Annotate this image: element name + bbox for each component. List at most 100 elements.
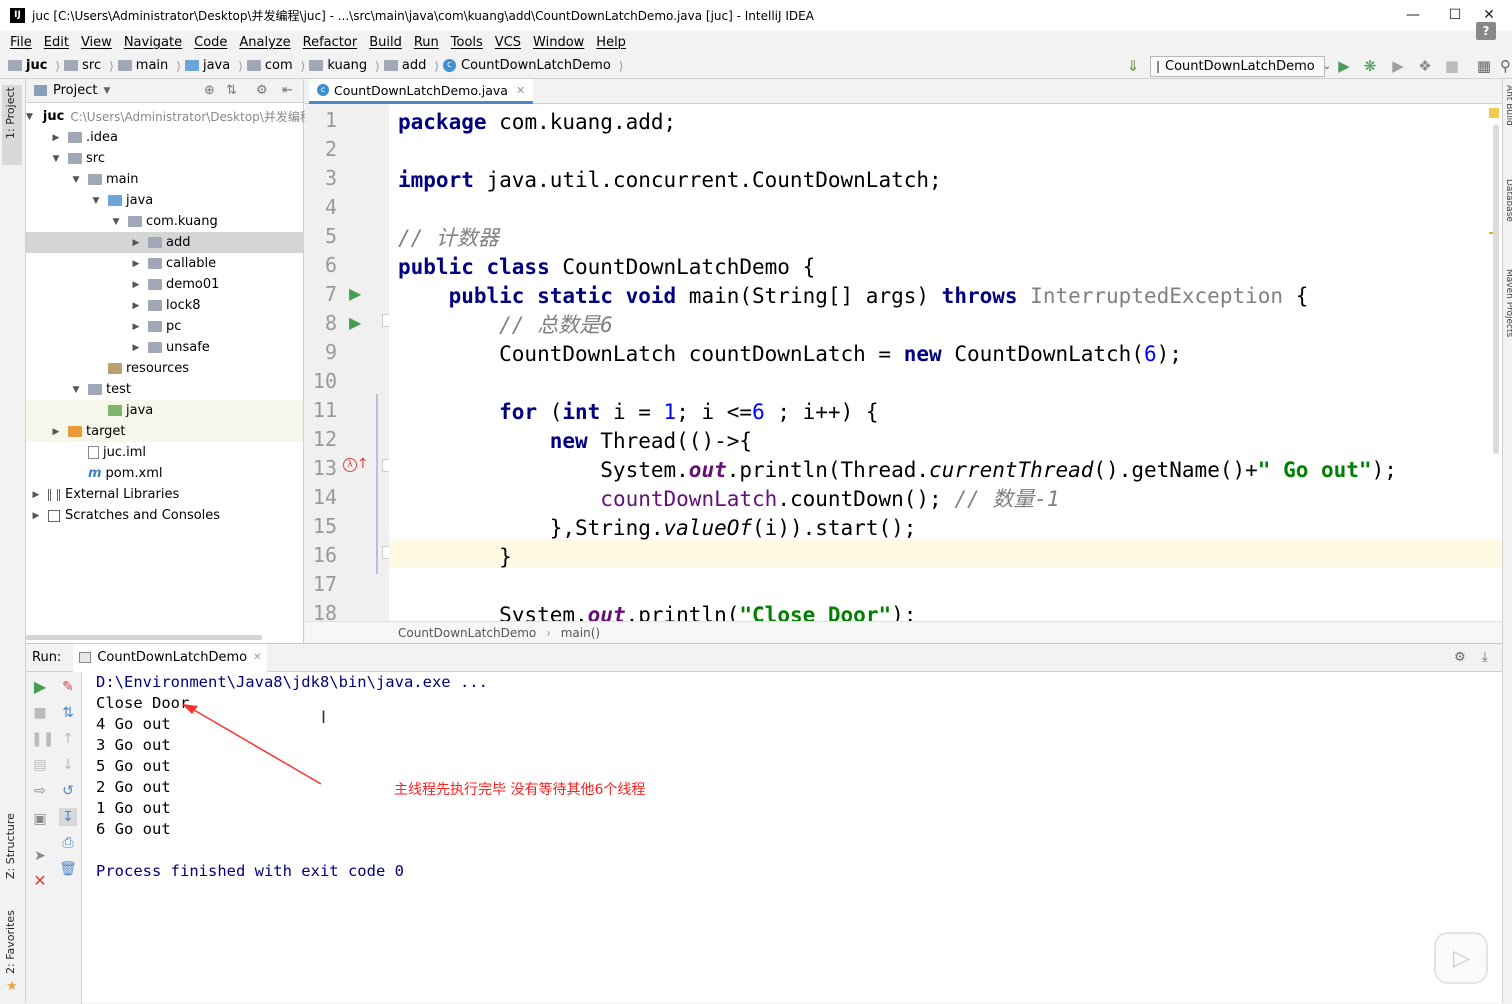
breadcrumb-src[interactable]: src — [64, 58, 101, 73]
tree-item-lock8[interactable]: ▶ lock8 — [26, 295, 303, 316]
run-coverage-icon[interactable]: ▶ — [1389, 57, 1407, 75]
chevron-right-icon[interactable]: ▶ — [130, 301, 142, 311]
favorites-tool-tab[interactable]: 2: Favorites — [4, 910, 17, 974]
fold-icon[interactable] — [382, 546, 389, 559]
collapse-all-icon[interactable]: ⇅ — [226, 83, 237, 98]
tab-countdownlatchdemo[interactable]: c CountDownLatchDemo.java ✕ — [309, 79, 534, 104]
build-project-icon[interactable]: ⇓ — [1124, 57, 1142, 75]
chevron-down-icon[interactable]: ▼ — [90, 196, 102, 206]
run-icon[interactable]: ▶ — [1335, 57, 1353, 75]
menu-analyze[interactable]: Analyze — [233, 35, 296, 50]
menu-view[interactable]: View — [75, 35, 118, 50]
dump-threads-icon[interactable]: ▤ — [31, 756, 49, 774]
tree-item-juc-iml[interactable]: juc.iml — [26, 442, 303, 463]
fold-icon[interactable] — [382, 314, 389, 327]
menu-run[interactable]: Run — [408, 35, 445, 50]
breadcrumb-juc[interactable]: juc — [8, 58, 47, 73]
tree-item-add[interactable]: ▶ add — [26, 232, 303, 253]
pause-icon[interactable]: ❚❚ — [31, 730, 54, 748]
tree-item-java[interactable]: java — [26, 400, 303, 421]
chevron-right-icon[interactable]: ▶ — [130, 343, 142, 353]
fold-icon[interactable] — [382, 459, 389, 472]
tree-item-com-kuang[interactable]: ▼ com.kuang — [26, 211, 303, 232]
project-structure-icon[interactable]: ▦ — [1475, 57, 1493, 75]
close-icon[interactable]: ✕ — [31, 872, 49, 890]
breadcrumb-kuang[interactable]: kuang — [309, 58, 367, 73]
maven-projects-tab[interactable]: Maven Projects — [1504, 269, 1512, 337]
sort-icon[interactable]: ⇅ — [59, 704, 77, 722]
chevron-down-icon[interactable]: ▼ — [70, 175, 82, 185]
run-tab[interactable]: CountDownLatchDemo ✕ — [73, 643, 268, 672]
menu-build[interactable]: Build — [363, 35, 408, 50]
console-output[interactable]: D:\Environment\Java8\jdk8\bin\java.exe .… — [96, 672, 1496, 1002]
menu-navigate[interactable]: Navigate — [118, 35, 188, 50]
menu-tools[interactable]: Tools — [445, 35, 489, 50]
chevron-down-icon[interactable]: ▼ — [103, 86, 110, 96]
search-everywhere-icon[interactable]: ⚲ — [1499, 57, 1512, 75]
tree-item-juc[interactable]: ▼ juc C:\Users\Administrator\Desktop\并发编程\… — [26, 106, 333, 127]
menu-help[interactable]: Help — [590, 35, 632, 50]
locate-icon[interactable]: ⊕ — [204, 83, 215, 98]
tree-item-src[interactable]: ▼ src — [26, 148, 303, 169]
tree-item-external-libraries[interactable]: ▶ External Libraries — [26, 484, 303, 505]
edit-config-icon[interactable]: ✎ — [59, 678, 77, 696]
pin-icon[interactable]: ➤ — [31, 847, 49, 865]
code-area[interactable]: package com.kuang.add; import java.util.… — [389, 104, 1502, 621]
stop-icon[interactable]: ■ — [31, 704, 49, 722]
chevron-down-icon[interactable]: ▼ — [110, 217, 122, 227]
chevron-right-icon[interactable]: ▶ — [30, 511, 42, 521]
breadcrumb-com[interactable]: com — [246, 58, 293, 73]
tree-item-pc[interactable]: ▶ pc — [26, 316, 303, 337]
profile-icon[interactable]: ❖ — [1416, 57, 1434, 75]
breadcrumb-add[interactable]: add — [383, 58, 426, 73]
layout-icon[interactable]: ▣ — [31, 810, 49, 828]
hide-panel-icon[interactable]: ⤓ — [1482, 650, 1488, 665]
debug-icon[interactable]: ❋ — [1361, 57, 1379, 75]
help-icon[interactable]: ? — [1476, 22, 1496, 40]
project-panel-title[interactable]: Project — [53, 83, 97, 98]
run-gutter-icon[interactable]: ▶ — [349, 313, 361, 332]
chevron-down-icon[interactable]: ▼ — [26, 112, 33, 122]
tree-item-unsafe[interactable]: ▶ unsafe — [26, 337, 303, 358]
breadcrumb-java[interactable]: java — [184, 58, 230, 73]
trash-icon[interactable]: 🗑 — [59, 860, 77, 878]
menu-window[interactable]: Window — [527, 35, 590, 50]
chevron-right-icon[interactable]: ▶ — [130, 259, 142, 269]
tree-item-demo01[interactable]: ▶ demo01 — [26, 274, 303, 295]
chevron-right-icon[interactable]: ▶ — [50, 133, 62, 143]
vertical-scrollbar[interactable] — [1493, 124, 1499, 454]
chevron-right-icon[interactable]: ▶ — [50, 427, 62, 437]
tree-item--idea[interactable]: ▶ .idea — [26, 127, 303, 148]
chevron-down-icon[interactable]: ▼ — [70, 385, 82, 395]
tree-item-scratches-and-consoles[interactable]: ▶ Scratches and Consoles — [26, 505, 303, 526]
video-play-icon[interactable]: ▷ — [1434, 932, 1488, 984]
gear-icon[interactable]: ⚙ — [1454, 650, 1466, 665]
run-gutter-icon[interactable]: ▶ — [349, 284, 361, 303]
exit-icon[interactable]: ⇨ — [31, 782, 49, 800]
breadcrumb-class[interactable]: c CountDownLatchDemo — [443, 58, 611, 73]
menu-refactor[interactable]: Refactor — [297, 35, 364, 50]
database-tab[interactable]: Database — [1504, 179, 1512, 222]
tree-item-main[interactable]: ▼ main — [26, 169, 303, 190]
menu-edit[interactable]: Edit — [38, 35, 75, 50]
stop-icon[interactable]: ■ — [1443, 57, 1461, 75]
print-icon[interactable]: ⎙ — [59, 834, 77, 852]
run-configuration-select[interactable]: CountDownLatchDemo ⌄ — [1150, 56, 1331, 77]
tree-item-java[interactable]: ▼ java — [26, 190, 303, 211]
rerun-icon[interactable]: ▶ — [31, 678, 49, 696]
tree-item-callable[interactable]: ▶ callable — [26, 253, 303, 274]
menu-file[interactable]: File — [4, 35, 38, 50]
chevron-right-icon[interactable]: ▶ — [130, 280, 142, 290]
tree-item-target[interactable]: ▶ target — [26, 421, 303, 442]
chevron-right-icon[interactable]: ▶ — [130, 238, 142, 248]
chevron-right-icon[interactable]: ▶ — [30, 490, 42, 500]
close-tab-icon[interactable]: ✕ — [253, 652, 261, 663]
warning-marker[interactable] — [1489, 108, 1499, 118]
tree-item-resources[interactable]: resources — [26, 358, 303, 379]
minimize-button[interactable]: — — [1390, 0, 1436, 31]
project-tool-tab[interactable]: 1: Project — [4, 87, 17, 139]
ant-build-tab[interactable]: Ant Build — [1504, 85, 1512, 126]
close-tab-icon[interactable]: ✕ — [516, 84, 525, 97]
tree-item-pom-xml[interactable]: m pom.xml — [26, 463, 303, 484]
scroll-to-end-icon[interactable]: ↧ — [59, 808, 77, 826]
